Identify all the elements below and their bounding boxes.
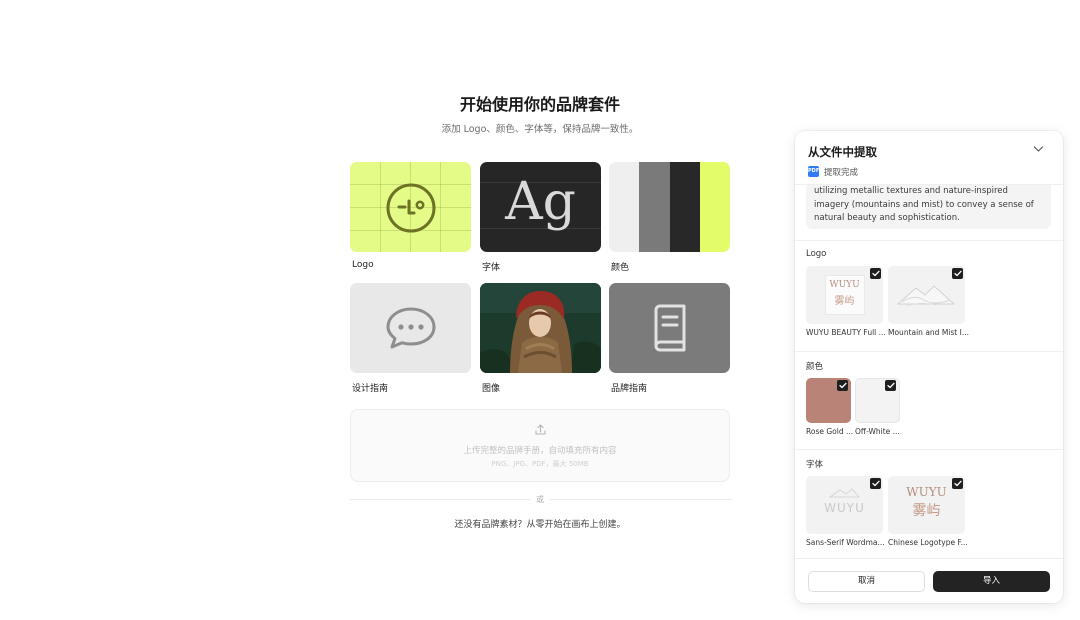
check-icon (886, 382, 895, 389)
font-sample-wordmark: WUYU (824, 501, 865, 515)
or-separator: 或 (530, 494, 550, 505)
check-icon (838, 382, 847, 389)
checkbox-checked[interactable] (952, 268, 963, 279)
logo-wordmark-cn: 雾屿 (834, 296, 855, 307)
brand-guide-card-label: 品牌指南 (611, 384, 648, 394)
panel-footer-divider (795, 558, 1063, 559)
check-icon (871, 270, 880, 277)
image-card[interactable] (480, 283, 601, 373)
chat-bubble-icon (386, 307, 436, 349)
cancel-button[interactable]: 取消 (808, 571, 925, 592)
color-card-label: 颜色 (611, 263, 630, 273)
section-divider (795, 449, 1063, 450)
font-sample-wordmark-cn: 雾屿 (912, 503, 941, 519)
check-icon (953, 480, 962, 487)
brand-guide-card[interactable] (609, 283, 730, 373)
check-icon (871, 480, 880, 487)
logo-card[interactable] (350, 162, 471, 252)
font-section-label: 字体 (806, 460, 824, 470)
checkbox-checked[interactable] (870, 478, 881, 489)
page-subtitle: 添加 Logo、颜色、字体等，保持品牌一致性。 (441, 124, 639, 135)
import-button[interactable]: 导入 (933, 571, 1050, 592)
brand-kit-page: 开始使用你的品牌套件 添加 Logo、颜色、字体等，保持品牌一致性。 Logo … (0, 0, 1080, 620)
no-assets-prefix: 还没有品牌素材？ (454, 520, 527, 530)
font-asset-label: Sans-Serif Wordma... (806, 538, 885, 547)
portrait-image (480, 283, 601, 373)
checkbox-checked[interactable] (837, 380, 848, 391)
upload-icon (535, 424, 546, 435)
checkbox-checked[interactable] (885, 380, 896, 391)
mountain-mark-image (828, 488, 860, 498)
extract-panel: 从文件中提取 PDF 提取完成 utilizing metallic textu… (795, 131, 1063, 603)
mountain-mist-image (896, 285, 956, 307)
logo-section-label: Logo (806, 249, 827, 259)
upload-title: 上传完整的品牌手册，自动填充所有内容 (463, 446, 617, 456)
logo-card-label: Logo (352, 260, 374, 270)
upload-dropzone[interactable]: 上传完整的品牌手册，自动填充所有内容 PNG、JPG、PDF，最大 50MB (350, 409, 730, 482)
design-guide-card-label: 设计指南 (352, 384, 389, 394)
no-assets-line: 还没有品牌素材？从零开始在画布上创建。 (340, 517, 740, 530)
logo-asset-label: WUYU BEAUTY Full ... (806, 328, 886, 337)
brand-description: utilizing metallic textures and nature-i… (806, 185, 1051, 229)
panel-scroll-area[interactable]: utilizing metallic textures and nature-i… (795, 185, 1063, 558)
section-divider (795, 351, 1063, 352)
book-icon (654, 304, 686, 352)
checkbox-checked[interactable] (870, 268, 881, 279)
color-section-label: 颜色 (806, 362, 824, 372)
color-card[interactable] (609, 162, 730, 252)
color-swatch (699, 162, 730, 252)
design-guide-card[interactable] (350, 283, 471, 373)
font-card-label: 字体 (482, 263, 501, 273)
check-icon (953, 270, 962, 277)
color-asset-label: Off-White ... (855, 427, 900, 436)
color-asset-label: Rose Gold ... (806, 427, 854, 436)
chevron-down-icon[interactable] (1033, 145, 1044, 153)
upload-hint: PNG、JPG、PDF，最大 50MB (491, 460, 589, 468)
image-card-label: 图像 (482, 384, 501, 394)
section-divider (795, 240, 1063, 241)
extract-status: 提取完成 (824, 168, 859, 178)
logo-asset-label: Mountain and Mist I... (888, 328, 969, 337)
panel-title: 从文件中提取 (808, 145, 877, 159)
color-swatch (639, 162, 670, 252)
font-asset-label: Chinese Logotype F... (888, 538, 968, 547)
page-title: 开始使用你的品牌套件 (459, 95, 620, 114)
logo-icon (386, 183, 436, 233)
file-type-icon: PDF (808, 166, 819, 177)
font-sample-glyph: Ag (505, 172, 576, 232)
color-swatch (669, 162, 700, 252)
divider-left (350, 499, 530, 500)
divider-right (550, 499, 732, 500)
font-card[interactable]: Ag (480, 162, 601, 252)
checkbox-checked[interactable] (952, 478, 963, 489)
start-from-scratch-link[interactable]: 从零开始在画布上创建。 (527, 520, 626, 530)
logo-wordmark: WUYU (829, 280, 860, 290)
color-swatch (609, 162, 640, 252)
